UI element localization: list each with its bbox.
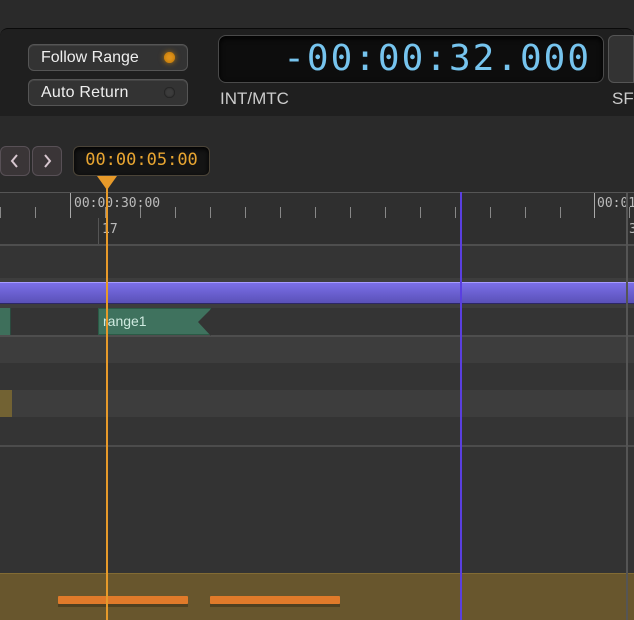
main-timecode-display[interactable]: -00:00:32.000 [218,35,604,83]
range-lane[interactable] [0,308,634,336]
bar-label: 17 [102,222,118,237]
tracks-area[interactable] [0,445,634,575]
led-off-icon [164,87,175,98]
clip-stub[interactable] [0,390,12,417]
lane[interactable] [0,390,634,418]
secondary-toolbar: 00:00:05:00 [0,116,634,190]
audio-clip[interactable] [210,596,340,604]
bars-ruler[interactable]: 17 3 [0,218,634,245]
timeline[interactable]: 00:00:30:00 00:01: 17 3 rang [0,192,634,620]
chevron-right-icon [41,154,53,168]
led-on-icon [164,52,175,63]
follow-range-toggle[interactable]: Follow Range [28,44,188,71]
marker-lane[interactable] [0,244,634,281]
lane[interactable] [0,363,634,391]
range-region-label: range1 [103,313,147,329]
app-window: Follow Range Auto Return -00:00:32.000 I… [0,0,634,620]
lane[interactable] [0,335,634,366]
auto-return-label: Auto Return [41,84,129,102]
bar-label: 3 [629,222,634,237]
follow-range-label: Follow Range [41,49,139,67]
audio-clip[interactable] [58,596,188,604]
ruler-label: 00:01: [597,196,634,211]
speed-label: SF [612,89,634,109]
cursor-timecode-display[interactable]: 00:00:05:00 [73,146,210,176]
auto-return-toggle[interactable]: Auto Return [28,79,188,106]
arranger-section[interactable] [0,282,634,304]
speed-button[interactable] [608,35,634,83]
gridline [626,192,628,620]
range-region[interactable]: range1 [98,308,211,335]
nav-prev-button[interactable] [0,146,30,176]
ruler-label: 00:00:30:00 [74,196,160,211]
chevron-left-icon [9,154,21,168]
sync-source-label: INT/MTC [220,89,289,109]
playhead[interactable] [106,186,108,620]
locator-line[interactable] [460,192,462,620]
time-ruler[interactable]: 00:00:30:00 00:01: [0,192,634,220]
audio-clip-shadow [58,604,188,607]
audio-clip-shadow [210,604,340,607]
transport-panel: Follow Range Auto Return -00:00:32.000 I… [0,28,634,118]
nav-next-button[interactable] [32,146,62,176]
range-end-marker[interactable] [0,308,11,335]
lane[interactable] [0,417,634,446]
